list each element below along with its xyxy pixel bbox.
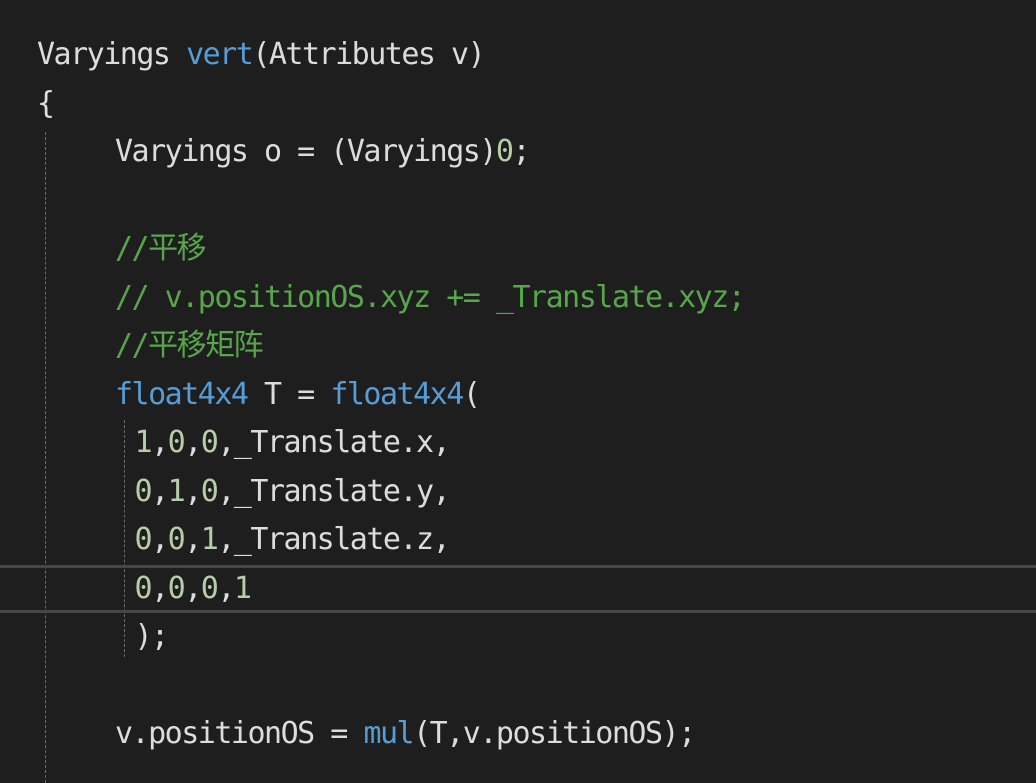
code-token-number: 1 <box>200 522 219 557</box>
code-token-default: ,_Translate.y, <box>217 473 450 509</box>
code-token-default: , <box>151 522 169 557</box>
code-line[interactable]: 0,0,1,_Translate.z, <box>0 516 1036 565</box>
code-token-number: 0 <box>134 522 153 557</box>
code-token-default: ); <box>134 619 170 654</box>
code-line[interactable]: // v.positionOS.xyz += _Translate.xyz; <box>0 274 1036 323</box>
code-area[interactable]: Varyings vert(Attributes v) { Varyings o =… <box>0 31 1036 759</box>
code-token-number: 0 <box>134 473 153 509</box>
code-line[interactable] <box>0 662 1036 711</box>
code-token-default: ( <box>462 376 481 412</box>
code-token-keyword: mul <box>363 716 414 751</box>
code-line[interactable]: Varyings o = (Varyings)0; <box>0 128 1036 177</box>
code-token-default: Varyings <box>37 37 187 72</box>
code-token-number: 0 <box>167 570 186 606</box>
code-token-default: Varyings o = (Varyings) <box>115 134 497 169</box>
code-token-keyword: float4x4 <box>115 376 249 412</box>
code-token-default: , <box>184 570 202 606</box>
code-token-default: , <box>151 473 169 509</box>
code-token-default: , <box>217 570 235 606</box>
code-token-default: ,_Translate.z, <box>217 522 450 557</box>
code-token-comment: //平移 <box>115 231 207 266</box>
code-line-current[interactable]: 0,0,0,1 <box>0 565 1036 614</box>
code-line[interactable]: 1,0,0,_Translate.x, <box>0 419 1036 468</box>
code-token-default: (Attributes v) <box>252 37 485 72</box>
code-token-number: 1 <box>167 473 186 509</box>
code-token-number: 0 <box>200 570 219 606</box>
code-line[interactable]: { <box>0 80 1036 129</box>
code-line[interactable]: 0,1,0,_Translate.y, <box>0 468 1036 517</box>
code-token-number: 0 <box>167 425 186 460</box>
code-line[interactable]: //平移矩阵 <box>0 322 1036 371</box>
code-token-number: 0 <box>495 134 514 169</box>
code-token-default: , <box>184 473 202 509</box>
code-token-default: { <box>37 85 55 121</box>
code-token-default: v.positionOS = <box>115 716 364 751</box>
code-token-default: , <box>151 570 169 606</box>
code-token-comment: // v.positionOS.xyz += _Translate.xyz; <box>115 279 746 315</box>
code-token-keyword: vert <box>186 37 254 72</box>
code-line[interactable]: v.positionOS = mul(T,v.positionOS); <box>0 710 1036 759</box>
code-line[interactable]: Varyings vert(Attributes v) <box>0 31 1036 80</box>
code-token-number: 0 <box>200 425 219 460</box>
code-line[interactable]: float4x4 T = float4x4( <box>0 371 1036 420</box>
code-line[interactable]: //平移 <box>0 225 1036 274</box>
code-token-default: , <box>184 522 202 557</box>
code-token-number: 1 <box>134 425 153 460</box>
code-line[interactable] <box>0 177 1036 226</box>
code-token-number: 0 <box>167 522 186 557</box>
code-token-default: ; <box>512 134 530 169</box>
code-token-default: , <box>184 425 202 460</box>
code-token-comment: //平移矩阵 <box>115 328 264 363</box>
code-token-number: 1 <box>233 570 252 606</box>
code-token-number: 0 <box>134 570 153 606</box>
code-line[interactable]: ); <box>0 613 1036 662</box>
code-token-default: , <box>151 425 169 460</box>
code-token-number: 0 <box>200 473 219 509</box>
code-token-default: (T,v.positionOS); <box>413 716 696 751</box>
code-token-default: ,_Translate.x, <box>217 425 450 460</box>
code-token-default: T = <box>247 376 331 412</box>
code-editor[interactable]: Varyings vert(Attributes v) { Varyings o =… <box>0 0 1036 783</box>
code-token-keyword: float4x4 <box>330 376 464 412</box>
